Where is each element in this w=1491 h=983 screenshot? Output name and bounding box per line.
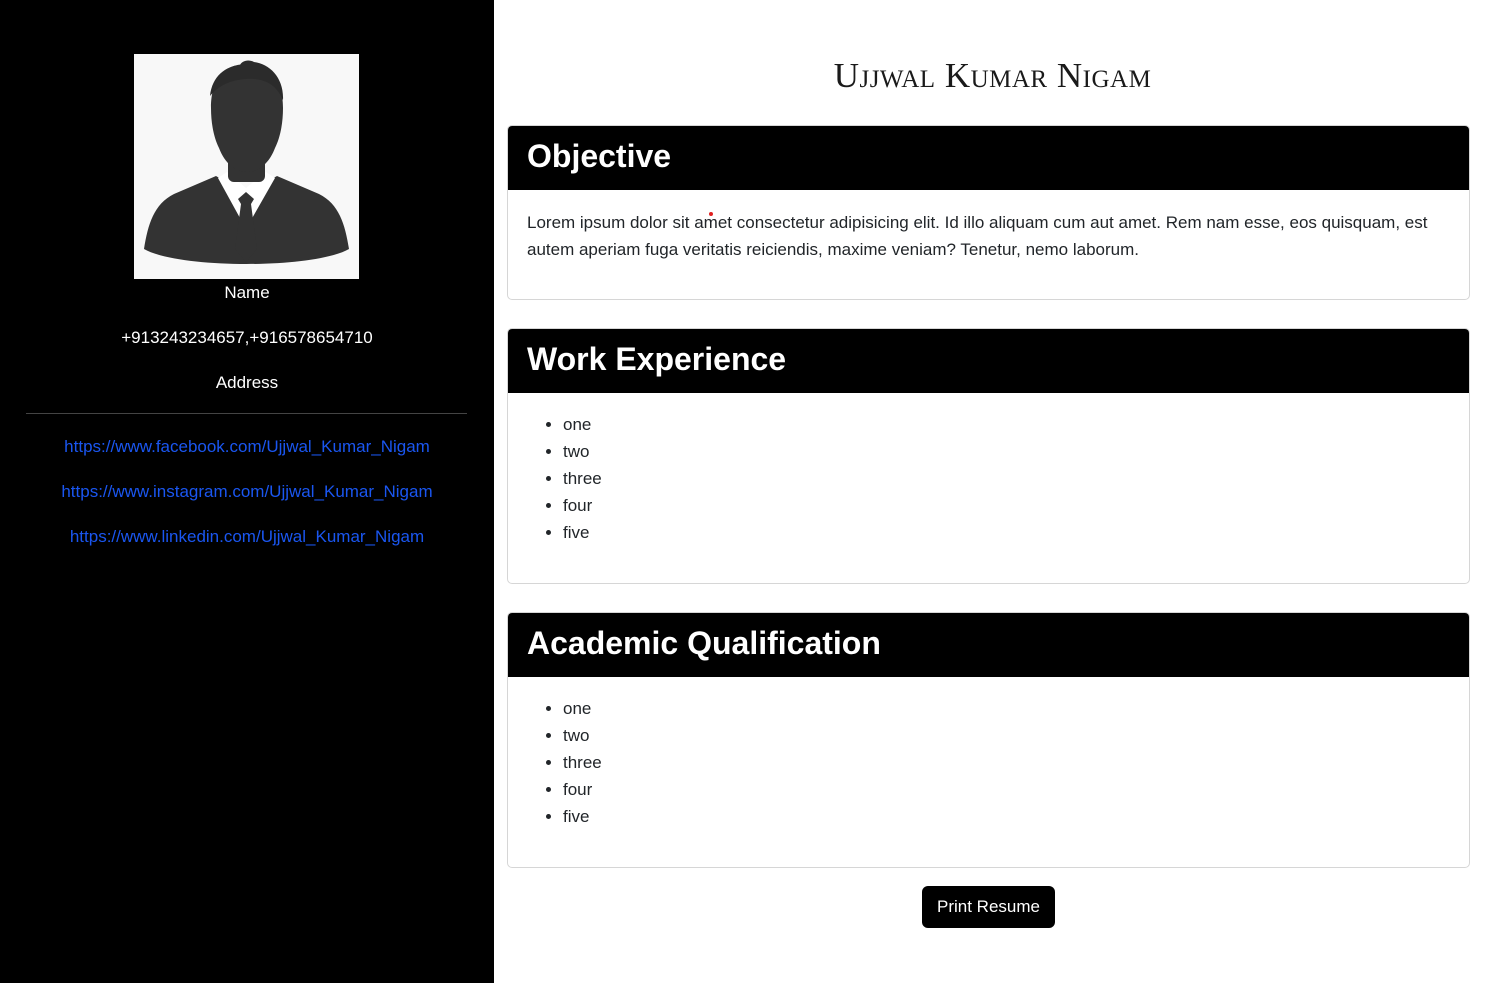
list-item: one xyxy=(563,411,1450,438)
list-item: one xyxy=(563,695,1450,722)
list-item: two xyxy=(563,438,1450,465)
cursor-marker xyxy=(709,212,713,216)
page-title: Ujjwal Kumar Nigam xyxy=(833,56,1152,95)
list-item: three xyxy=(563,749,1450,776)
profile-name: Name xyxy=(224,283,270,302)
work-experience-body: one two three four five xyxy=(508,393,1469,546)
objective-card: Objective Lorem ipsum dolor sit amet con… xyxy=(507,125,1470,300)
avatar xyxy=(134,54,359,279)
profile-phone: +913243234657,+916578654710 xyxy=(121,328,373,347)
list-item: two xyxy=(563,722,1450,749)
list-item: four xyxy=(563,776,1450,803)
print-resume-button[interactable]: Print Resume xyxy=(922,886,1055,928)
objective-heading: Objective xyxy=(508,126,1469,190)
list-item: four xyxy=(563,492,1450,519)
sidebar: Name +913243234657,+916578654710 Address… xyxy=(0,0,494,983)
work-experience-card: Work Experience one two three four five xyxy=(507,328,1470,584)
facebook-link[interactable]: https://www.facebook.com/Ujjwal_Kumar_Ni… xyxy=(0,436,494,458)
work-experience-heading: Work Experience xyxy=(508,329,1469,393)
objective-body: Lorem ipsum dolor sit amet consectetur a… xyxy=(508,190,1469,263)
work-experience-list: one two three four five xyxy=(527,411,1450,546)
instagram-link[interactable]: https://www.instagram.com/Ujjwal_Kumar_N… xyxy=(0,481,494,503)
list-item: five xyxy=(563,519,1450,546)
list-item: three xyxy=(563,465,1450,492)
profile-address: Address xyxy=(215,373,279,392)
person-silhouette-icon xyxy=(134,54,359,279)
list-item: five xyxy=(563,803,1450,830)
academic-qualification-list: one two three four five xyxy=(527,695,1450,830)
sidebar-divider xyxy=(26,413,467,414)
linkedin-link[interactable]: https://www.linkedin.com/Ujjwal_Kumar_Ni… xyxy=(0,526,494,548)
objective-text: Lorem ipsum dolor sit amet consectetur a… xyxy=(527,213,1428,259)
academic-qualification-heading: Academic Qualification xyxy=(508,613,1469,677)
academic-qualification-card: Academic Qualification one two three fou… xyxy=(507,612,1470,868)
academic-qualification-body: one two three four five xyxy=(508,677,1469,830)
